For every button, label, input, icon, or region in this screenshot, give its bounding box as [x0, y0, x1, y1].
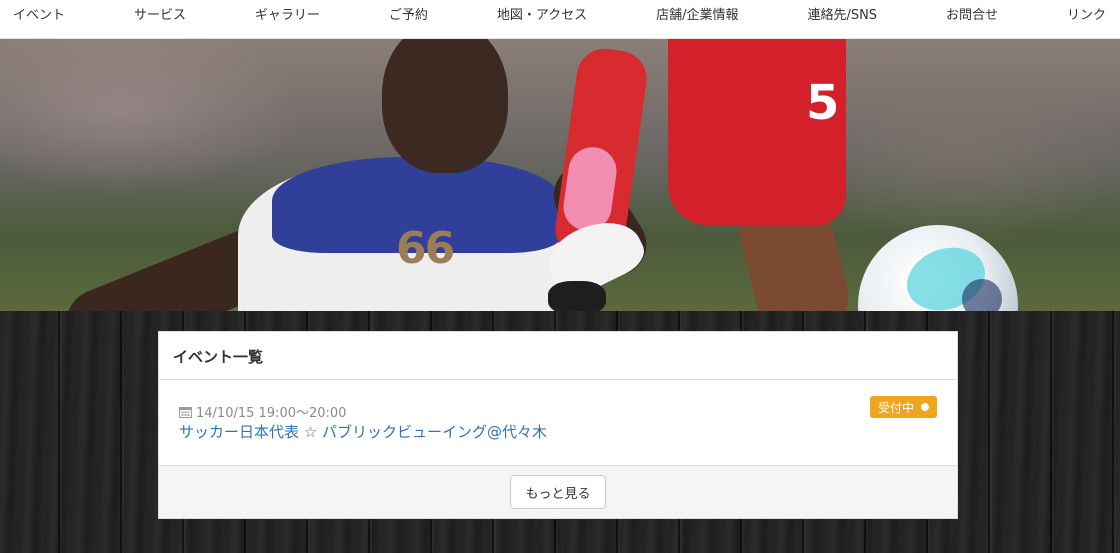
- status-badge-label: 受付中: [877, 400, 914, 415]
- nav-item-reservation[interactable]: ご予約: [389, 4, 428, 23]
- dot-icon: [921, 403, 929, 411]
- show-more-button[interactable]: もっと見る: [510, 475, 606, 509]
- nav-item-services[interactable]: サービス: [134, 4, 186, 23]
- event-title-link[interactable]: サッカー日本代表 ☆ パブリックビューイング@代々木: [179, 421, 547, 442]
- nav-item-gallery[interactable]: ギャラリー: [255, 4, 320, 23]
- nav-item-contact-sns[interactable]: 連絡先/SNS: [807, 4, 877, 23]
- football-boot-dark: [548, 281, 606, 311]
- nav-item-events[interactable]: イベント: [13, 4, 65, 23]
- event-list-panel: イベント一覧 14/10/15 19:00〜20:00 サッカー日本代表 ☆ パ…: [158, 331, 958, 519]
- event-date-text: 14/10/15 19:00〜20:00: [196, 406, 347, 421]
- nav-item-links[interactable]: リンク: [1067, 4, 1106, 23]
- blue-player-number: 66: [396, 223, 455, 274]
- calendar-icon: [179, 406, 192, 418]
- panel-heading: イベント一覧: [159, 332, 957, 380]
- red-player-number: 5: [806, 75, 840, 131]
- blue-player-head: [382, 39, 508, 173]
- status-badge: 受付中: [869, 396, 937, 418]
- main-nav: イベント サービス ギャラリー ご予約 地図・アクセス 店舗/企業情報 連絡先/…: [0, 0, 1120, 39]
- nav-item-inquiry[interactable]: お問合せ: [946, 4, 998, 23]
- hero-image: 66 5: [0, 39, 1120, 311]
- event-date: 14/10/15 19:00〜20:00: [179, 402, 346, 421]
- panel-footer: もっと見る: [159, 465, 957, 518]
- soccer-ball-pattern-dark: [962, 279, 1002, 311]
- event-list-item: 14/10/15 19:00〜20:00 サッカー日本代表 ☆ パブリックビュー…: [159, 380, 957, 465]
- red-player-shorts: [668, 39, 846, 225]
- nav-item-company-info[interactable]: 店舗/企業情報: [656, 4, 738, 23]
- nav-item-map-access[interactable]: 地図・アクセス: [497, 4, 587, 23]
